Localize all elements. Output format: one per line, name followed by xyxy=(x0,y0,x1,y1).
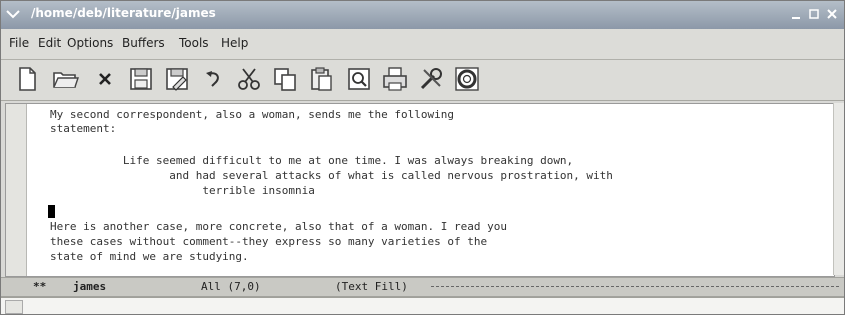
save-icon[interactable] xyxy=(127,65,155,93)
menu-options[interactable]: Options xyxy=(67,36,113,50)
text-line: these cases without comment--they expres… xyxy=(50,235,488,248)
open-folder-icon[interactable] xyxy=(51,65,79,93)
mode-line: ** james All (7,0) (Text Fill) xyxy=(1,277,844,297)
text-line: terrible insomnia xyxy=(50,184,315,197)
menu-buffers[interactable]: Buffers xyxy=(122,36,165,50)
maximize-icon[interactable] xyxy=(807,7,821,21)
buffer-name[interactable]: james xyxy=(73,280,106,293)
preferences-icon[interactable] xyxy=(417,65,445,93)
menu-help[interactable]: Help xyxy=(221,36,248,50)
modified-indicator: ** xyxy=(33,280,47,293)
text-line: statement: xyxy=(50,122,117,135)
buffer-text[interactable]: My second correspondent, also a woman, s… xyxy=(48,108,820,272)
text-line: Life seemed difficult to me at one time.… xyxy=(50,154,574,167)
close-buffer-icon[interactable] xyxy=(91,65,119,93)
window-menu-icon[interactable] xyxy=(5,6,21,22)
minibuffer[interactable] xyxy=(1,297,844,314)
cut-icon[interactable] xyxy=(235,65,263,93)
close-window-icon[interactable] xyxy=(825,7,839,21)
cursor-position: All (7,0) xyxy=(201,280,261,293)
minibuffer-fringe xyxy=(5,300,23,314)
window-title: /home/deb/literature/james xyxy=(31,6,216,20)
left-fringe xyxy=(6,104,27,276)
save-as-icon[interactable] xyxy=(163,65,191,93)
mode-line-dashes xyxy=(431,286,839,288)
major-mode[interactable]: (Text Fill) xyxy=(335,280,408,293)
new-file-icon[interactable] xyxy=(13,65,41,93)
text-line: and had several attacks of what is calle… xyxy=(50,169,613,182)
text-line: state of mind we are studying. xyxy=(50,250,249,263)
menu-edit[interactable]: Edit xyxy=(38,36,61,50)
menu-bar: File Edit Options Buffers Tools Help xyxy=(1,29,844,60)
text-cursor xyxy=(48,205,55,218)
editor-buffer[interactable]: My second correspondent, also a woman, s… xyxy=(5,103,835,277)
menu-file[interactable]: File xyxy=(9,36,29,50)
vertical-scrollbar[interactable] xyxy=(833,103,844,275)
help-lifebuoy-icon[interactable] xyxy=(453,65,481,93)
copy-icon[interactable] xyxy=(271,65,299,93)
emacs-window: /home/deb/literature/james File Edit Opt… xyxy=(0,0,845,315)
text-line: Here is another case, more concrete, als… xyxy=(50,220,507,233)
search-icon[interactable] xyxy=(345,65,373,93)
print-icon[interactable] xyxy=(381,65,409,93)
menu-tools[interactable]: Tools xyxy=(179,36,209,50)
toolbar xyxy=(1,60,844,101)
title-bar: /home/deb/literature/james xyxy=(1,1,844,29)
paste-icon[interactable] xyxy=(307,65,335,93)
undo-icon[interactable] xyxy=(199,65,227,93)
text-line: My second correspondent, also a woman, s… xyxy=(50,108,454,121)
minimize-icon[interactable] xyxy=(789,7,803,21)
